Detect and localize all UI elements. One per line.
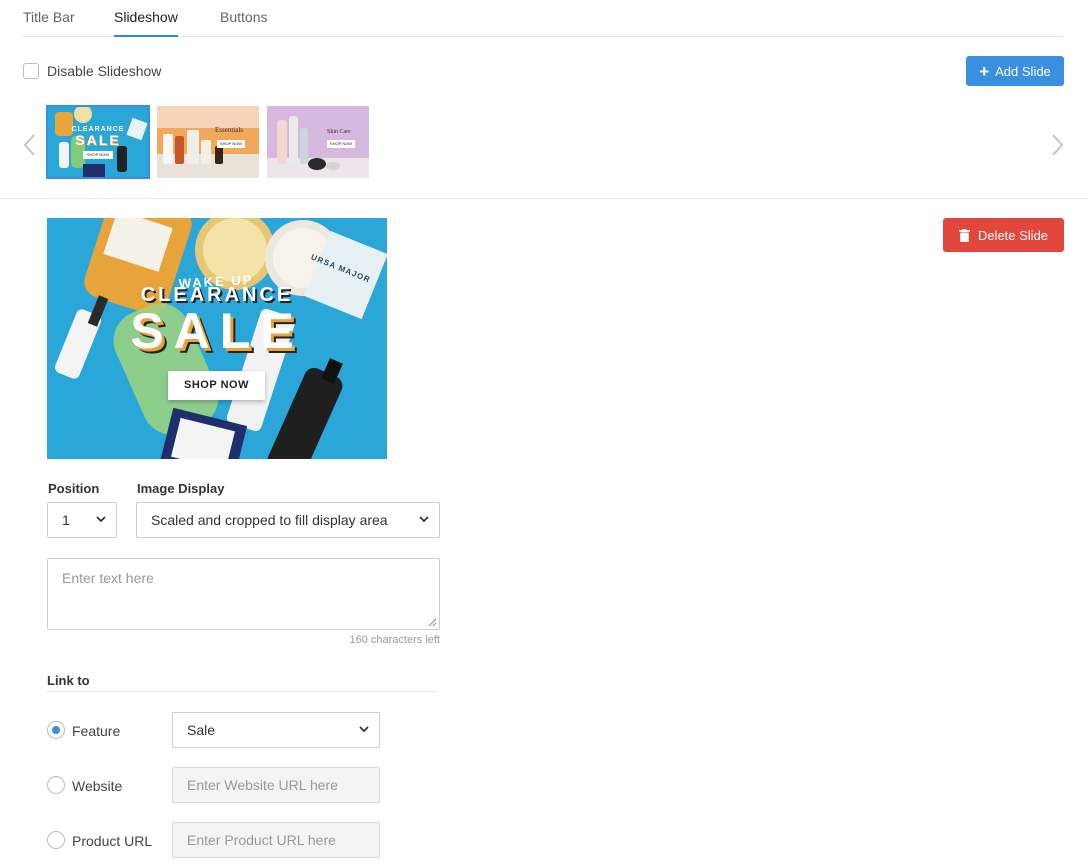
slide-thumbnail-2[interactable]: Essentials SHOP NOW: [157, 106, 259, 178]
feature-value: Sale: [187, 722, 216, 738]
delete-slide-button[interactable]: Delete Slide: [943, 218, 1064, 252]
website-url-input[interactable]: [172, 767, 380, 803]
radio-product-url[interactable]: [47, 831, 65, 849]
plus-icon: +: [979, 61, 990, 81]
chevron-down-icon: [419, 516, 429, 523]
tab-slideshow[interactable]: Slideshow: [114, 9, 178, 37]
characters-left: 160 characters left: [349, 634, 441, 646]
chevron-down-icon: [359, 726, 369, 733]
feature-select[interactable]: Sale: [172, 712, 380, 748]
slide-text-input[interactable]: Enter text here: [47, 558, 440, 630]
chevron-right-icon[interactable]: [1049, 132, 1065, 158]
thumb-3-cta: SHOP NOW: [327, 140, 355, 148]
tab-buttons[interactable]: Buttons: [220, 9, 267, 25]
disable-slideshow-checkbox[interactable]: [23, 63, 39, 79]
product-url-input[interactable]: [172, 822, 380, 858]
slide-text-placeholder: Enter text here: [62, 570, 154, 586]
position-value: 1: [62, 512, 70, 528]
preview-big-text: SALE: [130, 303, 304, 359]
slide-thumbnail-3[interactable]: Skin Care SHOP NOW: [267, 106, 369, 178]
section-divider: [0, 198, 1088, 199]
tab-title-bar[interactable]: Title Bar: [23, 9, 75, 25]
resize-grip-icon[interactable]: [428, 618, 437, 627]
slide-thumbnail-1[interactable]: CLEARANCE SALE SHOP NOW: [46, 105, 150, 179]
position-select[interactable]: 1: [47, 502, 117, 538]
radio-website-label: Website: [72, 778, 123, 794]
link-divider: [47, 691, 437, 692]
chevron-left-icon[interactable]: [22, 132, 38, 158]
add-slide-label: Add Slide: [995, 63, 1051, 79]
chevron-down-icon: [96, 516, 106, 523]
image-display-select[interactable]: Scaled and cropped to fill display area: [136, 502, 440, 538]
thumb-3-title: Skin Care: [327, 129, 351, 135]
radio-product-url-label: Product URL: [72, 833, 153, 849]
link-to-heading: Link to: [47, 673, 90, 688]
image-display-label: Image Display: [137, 481, 225, 496]
thumb-2-cta: SHOP NOW: [217, 140, 245, 148]
radio-website[interactable]: [47, 776, 65, 794]
thumb-1-cta: SHOP NOW: [83, 151, 113, 159]
add-slide-button[interactable]: + Add Slide: [966, 56, 1064, 86]
thumb-1-subtitle: SALE: [75, 132, 121, 148]
disable-slideshow-label: Disable Slideshow: [47, 63, 162, 79]
position-label: Position: [48, 481, 100, 496]
thumb-2-title: Essentials: [215, 126, 243, 134]
tab-bar: Title Bar Slideshow Buttons: [23, 0, 1063, 37]
preview-cta: SHOP NOW: [168, 371, 265, 400]
slide-preview-image: WAKE UP CLEARANCE SALE SHOP NOW URSA MAJ…: [47, 218, 387, 459]
radio-feature-label: Feature: [72, 723, 121, 739]
image-display-value: Scaled and cropped to fill display area: [151, 512, 388, 528]
radio-feature[interactable]: [47, 721, 65, 739]
trash-icon: [958, 228, 970, 242]
delete-slide-label: Delete Slide: [977, 227, 1049, 243]
